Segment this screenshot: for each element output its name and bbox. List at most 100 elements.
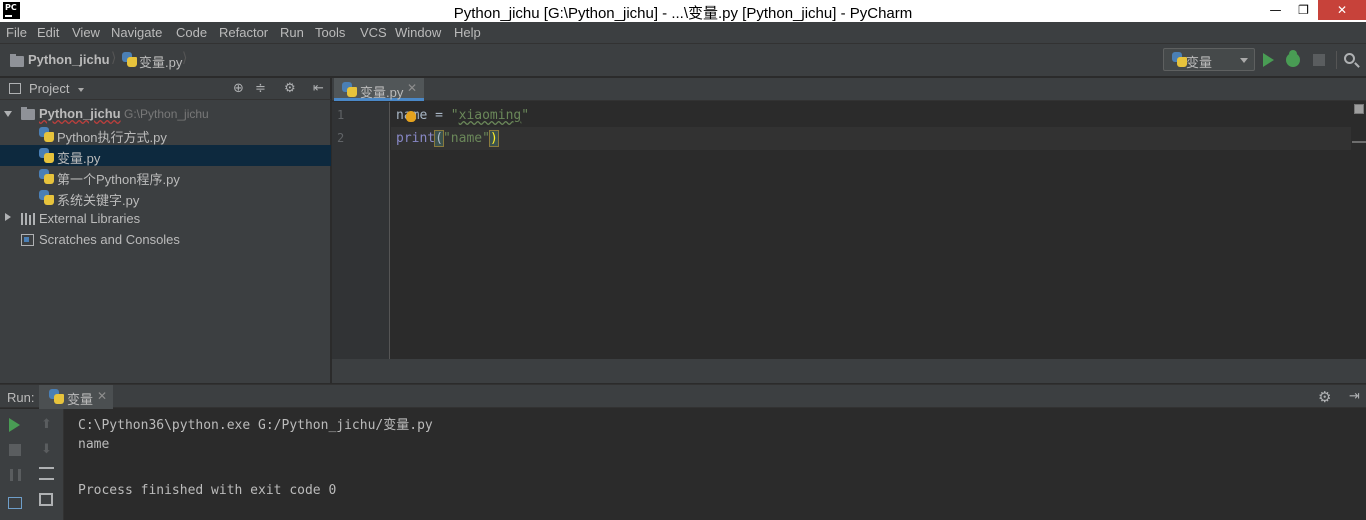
- breadcrumb-file[interactable]: 变量.py: [139, 52, 182, 71]
- scrollbar-marker[interactable]: [1352, 141, 1366, 143]
- run-tool-window-header: Run: 变量 ✕ ⚙ ⇥: [0, 384, 1366, 409]
- run-configuration-label: 变量: [1186, 55, 1213, 70]
- line-number: 2: [337, 131, 345, 145]
- rerun-button[interactable]: [9, 418, 20, 432]
- close-icon[interactable]: ✕: [97, 389, 107, 403]
- console-line: Process finished with exit code 0: [78, 483, 337, 498]
- python-file-icon: [122, 52, 137, 67]
- run-configuration-select[interactable]: 变量: [1163, 48, 1255, 71]
- project-panel-header: Project ⊕ ≑ ⚙ ⇤: [0, 78, 331, 100]
- maximize-button[interactable]: ❐: [1290, 0, 1317, 20]
- project-view-select[interactable]: Project: [29, 81, 69, 96]
- inspection-status-icon[interactable]: [1354, 104, 1364, 114]
- close-icon[interactable]: ✕: [407, 81, 417, 95]
- minimize-button[interactable]: —: [1262, 0, 1289, 20]
- menu-window[interactable]: Window: [395, 25, 441, 40]
- menu-navigate[interactable]: Navigate: [111, 25, 162, 40]
- window-title: Python_jichu [G:\Python_jichu] - ...\变量.…: [453, 5, 913, 22]
- tree-file-item-selected[interactable]: 变量.py: [0, 145, 331, 166]
- debug-button[interactable]: [1286, 50, 1300, 67]
- tree-root-project[interactable]: Python_jichu G:\Python_jichu: [0, 103, 331, 124]
- project-view-icon: [9, 83, 21, 94]
- python-file-icon: [39, 127, 54, 142]
- tree-file-item[interactable]: 第一个Python程序.py: [0, 166, 331, 187]
- code-string: "name": [442, 131, 490, 146]
- soft-wrap-icon[interactable]: [39, 467, 54, 480]
- console-line: C:\Python36\python.exe G:/Python_jichu/变…: [78, 418, 433, 433]
- scratches-icon: [21, 234, 34, 246]
- file-name: 系统关键字.py: [57, 193, 140, 208]
- menu-code[interactable]: Code: [176, 25, 207, 40]
- python-file-icon: [342, 82, 357, 97]
- toolbar-divider: [1336, 51, 1337, 69]
- python-file-icon: [39, 190, 54, 205]
- editor-tab-bar: 变量.py ✕: [332, 78, 1366, 101]
- chevron-down-icon: [1240, 58, 1248, 63]
- menu-file[interactable]: File: [6, 25, 27, 40]
- console-line: name: [78, 437, 110, 452]
- gear-icon[interactable]: ⚙: [284, 81, 296, 96]
- project-tool-window: Project ⊕ ≑ ⚙ ⇤ Python_jichu G:\Python_j…: [0, 78, 331, 383]
- current-line-highlight: [391, 127, 1351, 150]
- search-everywhere-button[interactable]: [1344, 53, 1355, 64]
- menu-view[interactable]: View: [72, 25, 100, 40]
- python-file-icon: [49, 389, 64, 404]
- python-file-icon: [39, 148, 54, 163]
- window-title-bar: PC Python_jichu [G:\Python_jichu] - ...\…: [0, 0, 1366, 22]
- down-arrow-icon[interactable]: ⬇: [41, 442, 52, 457]
- menu-run[interactable]: Run: [280, 25, 304, 40]
- file-name: 第一个Python程序.py: [57, 172, 180, 187]
- hide-panel-icon[interactable]: ⇥: [1349, 389, 1360, 404]
- hide-panel-icon[interactable]: ⇤: [313, 81, 324, 96]
- python-file-icon: [1172, 52, 1187, 67]
- stop-button[interactable]: [1313, 54, 1325, 66]
- pause-output-button[interactable]: [10, 469, 21, 481]
- code-string: xiaoming: [458, 108, 522, 123]
- menu-vcs[interactable]: VCS: [360, 25, 387, 40]
- tree-file-item[interactable]: Python执行方式.py: [0, 124, 331, 145]
- external-libraries-label: External Libraries: [39, 211, 141, 226]
- navigation-bar: Python_jichu ⟩ 变量.py ⟩ 变量: [0, 44, 1366, 77]
- run-console-output[interactable]: C:\Python36\python.exe G:/Python_jichu/变…: [65, 409, 1366, 520]
- code-operator: =: [427, 108, 451, 123]
- tree-scratches[interactable]: Scratches and Consoles: [0, 229, 331, 250]
- menu-help[interactable]: Help: [454, 25, 481, 40]
- editor-tab-active[interactable]: 变量.py ✕: [334, 78, 424, 101]
- menu-tools[interactable]: Tools: [315, 25, 345, 40]
- code-editor[interactable]: name = "xiaoming" print("name"): [391, 102, 1366, 359]
- breadcrumb-separator: ⟩: [182, 50, 188, 66]
- intention-bulb-icon[interactable]: [406, 111, 416, 122]
- up-arrow-icon[interactable]: ⬆: [41, 417, 52, 432]
- code-paren-open: (: [434, 130, 444, 147]
- file-name: Python执行方式.py: [57, 130, 167, 145]
- run-panel-label: Run:: [7, 390, 35, 405]
- menu-refactor[interactable]: Refactor: [219, 25, 268, 40]
- expand-arrow-icon[interactable]: [4, 111, 12, 117]
- collapse-all-icon[interactable]: ≑: [255, 81, 266, 96]
- python-file-icon: [39, 169, 54, 184]
- scroll-from-source-icon[interactable]: ⊕: [233, 81, 244, 96]
- tree-external-libraries[interactable]: External Libraries: [0, 208, 331, 229]
- run-tab-label: 变量: [67, 392, 94, 407]
- code-builtin: print: [396, 131, 436, 146]
- print-icon[interactable]: [39, 493, 53, 506]
- stop-button[interactable]: [9, 444, 21, 456]
- code-line-2[interactable]: print("name"): [396, 130, 499, 147]
- tree-file-item[interactable]: 系统关键字.py: [0, 187, 331, 208]
- project-root-path: G:\Python_jichu: [124, 107, 209, 121]
- folder-icon: [21, 107, 35, 120]
- breadcrumb-project[interactable]: Python_jichu: [28, 52, 110, 67]
- gear-icon[interactable]: ⚙: [1318, 388, 1331, 406]
- dump-threads-icon[interactable]: [8, 497, 22, 509]
- library-icon: [21, 213, 35, 225]
- file-name: 变量.py: [57, 151, 101, 166]
- run-button[interactable]: [1263, 53, 1274, 67]
- folder-icon: [10, 54, 24, 67]
- chevron-down-icon[interactable]: [78, 88, 84, 92]
- run-tab-active[interactable]: 变量 ✕: [39, 385, 113, 409]
- menu-edit[interactable]: Edit: [37, 25, 59, 40]
- menu-bar: File Edit View Navigate Code Refactor Ru…: [0, 22, 1366, 44]
- close-window-button[interactable]: ✕: [1318, 0, 1366, 20]
- expand-arrow-icon[interactable]: [5, 213, 11, 221]
- run-toolbar: ⬆ ⬇: [0, 409, 64, 520]
